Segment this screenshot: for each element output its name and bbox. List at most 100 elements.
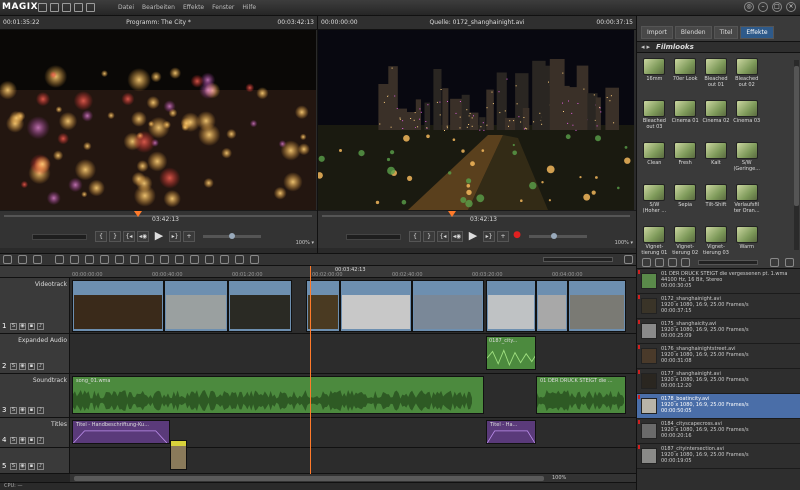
tab-effekte[interactable]: Effekte	[740, 26, 774, 39]
mouse-mode-icon[interactable]	[205, 255, 214, 264]
lock-icon[interactable]: ▪	[28, 463, 35, 470]
source-mark-in-button[interactable]: {◂	[437, 231, 449, 242]
timeline-mode-icon[interactable]	[33, 255, 42, 264]
menu-fenster[interactable]: Fenster	[212, 4, 234, 11]
effect-item[interactable]: Cinema 02	[702, 100, 730, 138]
delete-icon[interactable]	[115, 255, 124, 264]
media-item[interactable]: 01 DER DRUCK STEIGT die vergessenen pt. …	[637, 269, 800, 294]
back-arrow-icon[interactable]: ◂	[641, 43, 645, 51]
effects-scrollbar[interactable]	[794, 60, 799, 250]
visibility-icon[interactable]: ◉	[19, 323, 26, 330]
skip-button[interactable]: +	[183, 231, 195, 242]
menu-effekte[interactable]: Effekte	[183, 4, 204, 11]
group-icon[interactable]	[190, 255, 199, 264]
media-item[interactable]: 0177_shanghainight.avi 1920 x 1080, 16:9,…	[637, 369, 800, 394]
storyboard-icon[interactable]	[18, 255, 27, 264]
eraser-icon[interactable]	[235, 255, 244, 264]
video-clip[interactable]	[412, 280, 484, 332]
play-button[interactable]: ▶	[151, 230, 167, 242]
lock-icon[interactable]: ▪	[28, 363, 35, 370]
timeline-zoom[interactable]: 100%	[552, 475, 566, 481]
media-folder-icon[interactable]	[681, 257, 690, 267]
tab-titel[interactable]: Titel	[713, 26, 739, 39]
options-icon[interactable]	[770, 257, 779, 267]
timeline-overview[interactable]	[543, 257, 613, 262]
media-item[interactable]: 0176_shanghainightstreet.avi 1920 x 1080,…	[637, 344, 800, 369]
source-playhead-marker[interactable]	[448, 211, 456, 217]
title-clip-a[interactable]: Titel - Handbeschriftung-Ku...	[72, 420, 170, 444]
solo-icon[interactable]: S	[10, 407, 17, 414]
video-clip[interactable]	[486, 280, 536, 332]
source-skip-button[interactable]: +	[497, 231, 509, 242]
menu-datei[interactable]: Datei	[118, 4, 134, 11]
program-volume-slider[interactable]	[203, 233, 261, 239]
track-name[interactable]: Expanded Audio	[1, 337, 67, 344]
source-jog[interactable]	[346, 233, 401, 240]
program-playhead-marker[interactable]	[134, 211, 142, 217]
volume-icon[interactable]: ♪	[37, 463, 44, 470]
undo-icon[interactable]	[70, 255, 79, 264]
soundtrack-clip-b[interactable]: 01 DER DRUCK STEIGT die ...	[536, 376, 626, 414]
track-name[interactable]: Titles	[1, 421, 67, 428]
zoom-icon[interactable]	[55, 255, 64, 264]
globe-icon[interactable]: ◎	[744, 2, 754, 12]
prev-marker-button[interactable]: {	[95, 231, 107, 242]
effect-item[interactable]: Bleached out 01	[702, 58, 730, 96]
minimize-icon[interactable]: –	[758, 2, 768, 12]
source-play-button[interactable]: ▶	[465, 230, 481, 242]
lock-icon[interactable]: ▪	[28, 437, 35, 444]
loop-button[interactable]: ◂◉	[137, 231, 149, 242]
cut-tool-icon[interactable]	[220, 255, 229, 264]
timeline-ruler[interactable]: 00:03:42:13 00:00:00:00 00:00:40:00 00:01:…	[0, 266, 636, 278]
video-clip[interactable]	[340, 280, 412, 332]
source-loop-button[interactable]: ◂◉	[451, 231, 463, 242]
stop-icon[interactable]	[642, 257, 651, 267]
volume-icon[interactable]: ♪	[37, 437, 44, 444]
timeline-playhead[interactable]	[310, 266, 311, 482]
mark-in-button[interactable]: {◂	[123, 231, 135, 242]
trim-icon[interactable]	[160, 255, 169, 264]
effect-item[interactable]: Sepia	[671, 184, 699, 222]
effect-item[interactable]: 70er Look	[671, 58, 699, 96]
media-item[interactable]: 0184_cityscapecross.avi 1920 x 1080, 16:9…	[637, 419, 800, 444]
title-clip-b[interactable]: Titel - Ha...	[486, 420, 536, 444]
new-file-icon[interactable]	[38, 3, 47, 12]
video-clip[interactable]	[306, 280, 340, 332]
close-icon[interactable]: ×	[786, 2, 796, 12]
volume-icon[interactable]: ♪	[37, 407, 44, 414]
media-item[interactable]: 0178_boatincity.avi 1920 x 1080, 16:9, 25…	[637, 394, 800, 419]
menu-hilfe[interactable]: Hilfe	[242, 4, 256, 11]
folder-icon[interactable]	[668, 257, 677, 267]
split-icon[interactable]	[100, 255, 109, 264]
media-item[interactable]: 0187_cityintersection.avi 1920 x 1080, 16…	[637, 444, 800, 469]
timeline-scrollbar[interactable]: 100%	[70, 474, 636, 482]
visibility-icon[interactable]: ◉	[19, 407, 26, 414]
effect-item[interactable]: Cinema 01	[671, 100, 699, 138]
track-name[interactable]: Videotrack	[1, 281, 67, 288]
record-button[interactable]: ●	[511, 231, 523, 242]
video-clip[interactable]	[164, 280, 228, 332]
effect-item[interactable]: Bleached out 02	[733, 58, 761, 96]
lock-icon[interactable]: ▪	[28, 323, 35, 330]
source-zoom[interactable]: 100% ▾	[615, 240, 633, 246]
source-volume-slider[interactable]	[529, 233, 587, 239]
render-icon[interactable]	[250, 255, 259, 264]
tab-import[interactable]: Import	[641, 26, 673, 39]
media-item[interactable]: 0175_shanghaicity.avi 1920 x 1080, 16:9, …	[637, 319, 800, 344]
visibility-icon[interactable]: ◉	[19, 363, 26, 370]
video-clip[interactable]	[568, 280, 626, 332]
media-preview-slider[interactable]	[698, 259, 758, 265]
open-folder-icon[interactable]	[50, 3, 59, 12]
effect-item[interactable]: Tilt-Shift	[702, 184, 730, 222]
audio-clip-expanded[interactable]: 0187_city...	[486, 336, 536, 370]
effect-item[interactable]: Bleached out 03	[640, 100, 668, 138]
effect-item[interactable]: Fresh	[671, 142, 699, 180]
solo-icon[interactable]: S	[10, 463, 17, 470]
media-item[interactable]: 0172_shanghainight.avi 1920 x 1080, 16:9,…	[637, 294, 800, 319]
settings-icon[interactable]	[74, 3, 83, 12]
list-view-icon[interactable]	[785, 257, 794, 267]
lock-icon[interactable]: ▪	[28, 407, 35, 414]
marker-icon[interactable]	[145, 255, 154, 264]
volume-icon[interactable]: ♪	[37, 323, 44, 330]
track-name[interactable]: Soundtrack	[1, 377, 67, 384]
